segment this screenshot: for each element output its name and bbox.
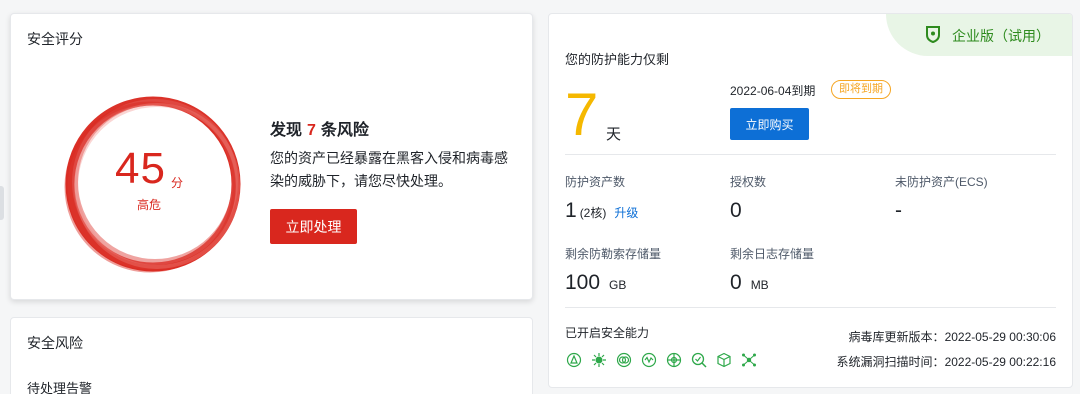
log-storage-unit: MB [750,278,769,292]
edition-badge: 企业版（试用） [886,14,1072,56]
unprotected-assets-label: 未防护资产(ECS) [895,175,988,189]
virus-icon[interactable] [591,352,607,368]
log-storage-value: 0 MB [730,272,769,293]
pending-alerts-label: 待处理告警 [27,381,93,394]
risk-card-title: 安全风险 [27,335,83,351]
risk-level: 高危 [137,198,162,212]
divider [565,307,1056,308]
wave-icon[interactable] [641,352,657,368]
buy-now-button[interactable]: 立即购买 [730,108,809,140]
protected-assets-cores: (2核) [579,206,607,220]
protected-assets-value: 1 (2核) 升级 [565,200,638,221]
network-icon[interactable] [741,352,757,368]
risk-description: 您的资产已经暴露在黑客入侵和病毒感染的威胁下，请您尽快处理。 [270,150,508,189]
ransom-storage-unit: GB [609,278,627,292]
virus-db-time: 2022-05-29 00:30:06 [944,330,1056,344]
score-card-title: 安全评分 [27,31,83,47]
cube-icon[interactable] [716,352,732,368]
capabilities-label: 已开启安全能力 [565,326,650,340]
log-storage-amount: 0 [730,271,742,294]
edition-label: 企业版（试用） [952,28,1050,44]
shield-ring-icon[interactable] [616,352,632,368]
divider [565,154,1056,155]
expiring-soon-badge: 即将到期 [831,80,891,99]
licenses-label: 授权数 [730,175,767,189]
vuln-scan-label: 系统漏洞扫描时间： [836,355,945,369]
security-score-card: 安全评分 45 分 高危 发现 7 条风险 您的资产已经暴露在黑客入侵和病毒感染的威… [10,13,533,300]
capability-icons [566,352,757,368]
scan-magnify-icon[interactable] [691,352,707,368]
side-collapse-tab[interactable] [0,186,4,220]
handle-now-button[interactable]: 立即处理 [270,209,357,244]
licenses-value: 0 [730,199,742,222]
log-storage-label: 剩余日志存储量 [730,247,815,261]
edition-shield-icon [926,26,940,43]
alert-triangle-icon[interactable] [566,352,582,368]
upgrade-link[interactable]: 升级 [614,206,638,220]
protected-assets-label: 防护资产数 [565,175,626,189]
risk-prefix: 发现 [270,122,303,139]
days-unit: 天 [606,126,622,143]
vuln-scan-time: 系统漏洞扫描时间：2022-05-29 00:22:16 [837,353,1056,370]
remaining-protection-label: 您的防护能力仅剩 [565,52,670,67]
ransom-storage-label: 剩余防勒索存储量 [565,247,662,261]
expire-date: 2022-06-04到期 [730,84,816,98]
risk-suffix: 条风险 [320,122,369,139]
vuln-scan-value: 2022-05-29 00:22:16 [944,355,1056,369]
remaining-days: 7 [565,81,599,148]
ransom-storage-amount: 100 [565,271,601,294]
virus-db-label: 病毒库更新版本： [848,330,945,344]
score-value: 45 [115,144,166,193]
security-risk-card: 安全风险 待处理告警 [10,317,533,394]
unprotected-assets-value: - [895,199,902,222]
risk-count: 7 [307,122,316,139]
virus-db-version: 病毒库更新版本：2022-05-29 00:30:06 [849,328,1056,345]
risk-summary-heading: 发现 7 条风险 [270,116,369,140]
crosshair-icon[interactable] [666,352,682,368]
protected-assets-count: 1 [565,199,577,222]
ransom-storage-value: 100 GB [565,272,626,293]
protection-card: 企业版（试用） 您的防护能力仅剩 7 天 2022-06-04到期 即将到期 立… [548,13,1073,388]
score-unit: 分 [171,176,184,190]
